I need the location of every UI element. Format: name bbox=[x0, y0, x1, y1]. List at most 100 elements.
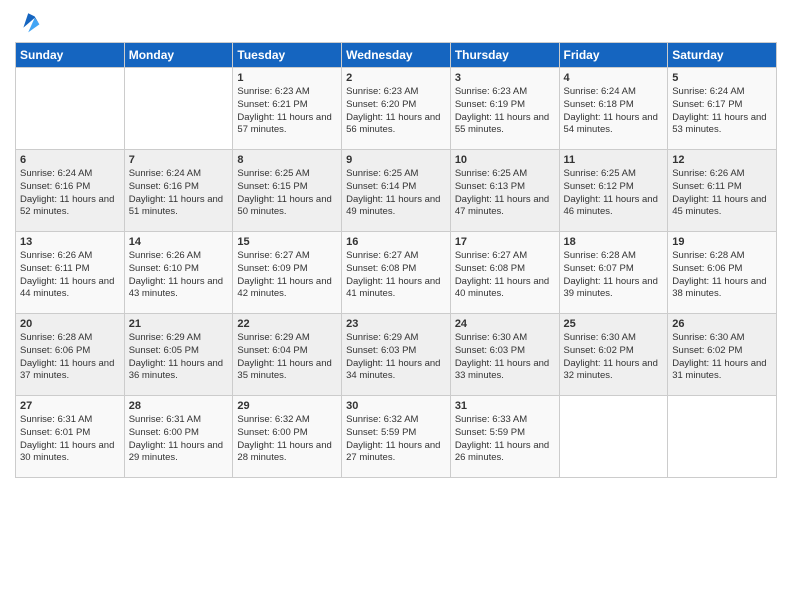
cell-1-6: 4Sunrise: 6:24 AM Sunset: 6:18 PM Daylig… bbox=[559, 68, 668, 150]
cell-3-1: 13 Sunrise: 6:26 AM Sunset: 6:11 PM Dayli… bbox=[16, 232, 125, 314]
day-number: 21 bbox=[129, 318, 229, 330]
day-number: 14 bbox=[129, 236, 229, 248]
cell-1-5: 3 Sunrise: 6:23 AM Sunset: 6:19 PM Daylig… bbox=[450, 68, 559, 150]
cell-1-7: 5Sunrise: 6:24 AM Sunset: 6:17 PM Daylig… bbox=[668, 68, 777, 150]
cell-info: Sunrise: 6:30 AM Sunset: 6:02 PM Dayligh… bbox=[672, 332, 772, 383]
cell-2-5: 10 Sunrise: 6:25 AM Sunset: 6:13 PM Dayli… bbox=[450, 150, 559, 232]
cell-5-4: 30Sunrise: 6:32 AM Sunset: 5:59 PM Dayli… bbox=[342, 396, 451, 478]
cell-info: Sunrise: 6:31 AM Sunset: 6:01 PM Dayligh… bbox=[20, 414, 120, 465]
col-header-friday: Friday bbox=[559, 43, 668, 68]
week-row-5: 27 Sunrise: 6:31 AM Sunset: 6:01 PM Dayli… bbox=[16, 396, 777, 478]
week-row-1: 1 Sunrise: 6:23 AM Sunset: 6:21 PM Daylig… bbox=[16, 68, 777, 150]
day-number: 1 bbox=[237, 72, 337, 84]
cell-3-3: 15 Sunrise: 6:27 AM Sunset: 6:09 PM Dayli… bbox=[233, 232, 342, 314]
cell-5-2: 28Sunrise: 6:31 AM Sunset: 6:00 PM Dayli… bbox=[124, 396, 233, 478]
cell-info: Sunrise: 6:29 AM Sunset: 6:04 PM Dayligh… bbox=[237, 332, 337, 383]
cell-1-2 bbox=[124, 68, 233, 150]
cell-info: Sunrise: 6:26 AM Sunset: 6:11 PM Dayligh… bbox=[672, 168, 772, 219]
day-number: 31 bbox=[455, 400, 555, 412]
header bbox=[15, 10, 777, 34]
cell-info: Sunrise: 6:28 AM Sunset: 6:06 PM Dayligh… bbox=[20, 332, 120, 383]
cell-info: Sunrise: 6:25 AM Sunset: 6:15 PM Dayligh… bbox=[237, 168, 337, 219]
day-number: 25 bbox=[564, 318, 664, 330]
day-number: 15 bbox=[237, 236, 337, 248]
cell-info: Sunrise: 6:25 AM Sunset: 6:14 PM Dayligh… bbox=[346, 168, 446, 219]
cell-info: Sunrise: 6:30 AM Sunset: 6:02 PM Dayligh… bbox=[564, 332, 664, 383]
cell-4-1: 20 Sunrise: 6:28 AM Sunset: 6:06 PM Dayli… bbox=[16, 314, 125, 396]
cell-info: Sunrise: 6:23 AM Sunset: 6:21 PM Dayligh… bbox=[237, 86, 337, 137]
day-number: 11 bbox=[564, 154, 664, 166]
cell-4-5: 24Sunrise: 6:30 AM Sunset: 6:03 PM Dayli… bbox=[450, 314, 559, 396]
day-number: 6 bbox=[20, 154, 120, 166]
cell-2-3: 8Sunrise: 6:25 AM Sunset: 6:15 PM Daylig… bbox=[233, 150, 342, 232]
cell-4-4: 23 Sunrise: 6:29 AM Sunset: 6:03 PM Dayli… bbox=[342, 314, 451, 396]
col-header-thursday: Thursday bbox=[450, 43, 559, 68]
cell-1-3: 1 Sunrise: 6:23 AM Sunset: 6:21 PM Daylig… bbox=[233, 68, 342, 150]
logo-icon bbox=[17, 10, 41, 34]
cell-info: Sunrise: 6:25 AM Sunset: 6:12 PM Dayligh… bbox=[564, 168, 664, 219]
cell-4-7: 26 Sunrise: 6:30 AM Sunset: 6:02 PM Dayli… bbox=[668, 314, 777, 396]
cell-info: Sunrise: 6:30 AM Sunset: 6:03 PM Dayligh… bbox=[455, 332, 555, 383]
cell-3-5: 17Sunrise: 6:27 AM Sunset: 6:08 PM Dayli… bbox=[450, 232, 559, 314]
page: SundayMondayTuesdayWednesdayThursdayFrid… bbox=[0, 0, 792, 612]
cell-2-6: 11 Sunrise: 6:25 AM Sunset: 6:12 PM Dayli… bbox=[559, 150, 668, 232]
cell-info: Sunrise: 6:29 AM Sunset: 6:03 PM Dayligh… bbox=[346, 332, 446, 383]
day-number: 18 bbox=[564, 236, 664, 248]
cell-4-3: 22 Sunrise: 6:29 AM Sunset: 6:04 PM Dayli… bbox=[233, 314, 342, 396]
day-number: 27 bbox=[20, 400, 120, 412]
week-row-3: 13 Sunrise: 6:26 AM Sunset: 6:11 PM Dayli… bbox=[16, 232, 777, 314]
cell-2-1: 6 Sunrise: 6:24 AM Sunset: 6:16 PM Daylig… bbox=[16, 150, 125, 232]
week-row-4: 20 Sunrise: 6:28 AM Sunset: 6:06 PM Dayli… bbox=[16, 314, 777, 396]
day-number: 10 bbox=[455, 154, 555, 166]
day-number: 29 bbox=[237, 400, 337, 412]
cell-5-6 bbox=[559, 396, 668, 478]
cell-3-7: 19 Sunrise: 6:28 AM Sunset: 6:06 PM Dayli… bbox=[668, 232, 777, 314]
col-header-monday: Monday bbox=[124, 43, 233, 68]
cell-info: Sunrise: 6:27 AM Sunset: 6:08 PM Dayligh… bbox=[346, 250, 446, 301]
day-number: 13 bbox=[20, 236, 120, 248]
logo bbox=[15, 10, 41, 34]
cell-info: Sunrise: 6:23 AM Sunset: 6:19 PM Dayligh… bbox=[455, 86, 555, 137]
col-header-tuesday: Tuesday bbox=[233, 43, 342, 68]
cell-info: Sunrise: 6:27 AM Sunset: 6:09 PM Dayligh… bbox=[237, 250, 337, 301]
day-number: 12 bbox=[672, 154, 772, 166]
cell-3-2: 14Sunrise: 6:26 AM Sunset: 6:10 PM Dayli… bbox=[124, 232, 233, 314]
cell-5-5: 31 Sunrise: 6:33 AM Sunset: 5:59 PM Dayli… bbox=[450, 396, 559, 478]
day-number: 7 bbox=[129, 154, 229, 166]
day-number: 3 bbox=[455, 72, 555, 84]
week-row-2: 6 Sunrise: 6:24 AM Sunset: 6:16 PM Daylig… bbox=[16, 150, 777, 232]
cell-3-6: 18Sunrise: 6:28 AM Sunset: 6:07 PM Dayli… bbox=[559, 232, 668, 314]
cell-2-4: 9 Sunrise: 6:25 AM Sunset: 6:14 PM Daylig… bbox=[342, 150, 451, 232]
cell-info: Sunrise: 6:28 AM Sunset: 6:06 PM Dayligh… bbox=[672, 250, 772, 301]
day-number: 4 bbox=[564, 72, 664, 84]
col-header-wednesday: Wednesday bbox=[342, 43, 451, 68]
cell-5-1: 27 Sunrise: 6:31 AM Sunset: 6:01 PM Dayli… bbox=[16, 396, 125, 478]
day-number: 26 bbox=[672, 318, 772, 330]
day-number: 16 bbox=[346, 236, 446, 248]
day-number: 23 bbox=[346, 318, 446, 330]
cell-5-7 bbox=[668, 396, 777, 478]
cell-info: Sunrise: 6:26 AM Sunset: 6:11 PM Dayligh… bbox=[20, 250, 120, 301]
cell-4-2: 21 Sunrise: 6:29 AM Sunset: 6:05 PM Dayli… bbox=[124, 314, 233, 396]
col-header-sunday: Sunday bbox=[16, 43, 125, 68]
cell-info: Sunrise: 6:24 AM Sunset: 6:16 PM Dayligh… bbox=[20, 168, 120, 219]
cell-info: Sunrise: 6:25 AM Sunset: 6:13 PM Dayligh… bbox=[455, 168, 555, 219]
cell-info: Sunrise: 6:23 AM Sunset: 6:20 PM Dayligh… bbox=[346, 86, 446, 137]
cell-2-2: 7Sunrise: 6:24 AM Sunset: 6:16 PM Daylig… bbox=[124, 150, 233, 232]
day-number: 28 bbox=[129, 400, 229, 412]
cell-info: Sunrise: 6:33 AM Sunset: 5:59 PM Dayligh… bbox=[455, 414, 555, 465]
cell-info: Sunrise: 6:24 AM Sunset: 6:17 PM Dayligh… bbox=[672, 86, 772, 137]
day-number: 22 bbox=[237, 318, 337, 330]
cell-info: Sunrise: 6:27 AM Sunset: 6:08 PM Dayligh… bbox=[455, 250, 555, 301]
day-number: 9 bbox=[346, 154, 446, 166]
day-number: 2 bbox=[346, 72, 446, 84]
day-number: 19 bbox=[672, 236, 772, 248]
day-number: 20 bbox=[20, 318, 120, 330]
cell-info: Sunrise: 6:29 AM Sunset: 6:05 PM Dayligh… bbox=[129, 332, 229, 383]
cell-3-4: 16 Sunrise: 6:27 AM Sunset: 6:08 PM Dayli… bbox=[342, 232, 451, 314]
header-row: SundayMondayTuesdayWednesdayThursdayFrid… bbox=[16, 43, 777, 68]
cell-info: Sunrise: 6:32 AM Sunset: 6:00 PM Dayligh… bbox=[237, 414, 337, 465]
cell-4-6: 25 Sunrise: 6:30 AM Sunset: 6:02 PM Dayli… bbox=[559, 314, 668, 396]
calendar-table: SundayMondayTuesdayWednesdayThursdayFrid… bbox=[15, 42, 777, 478]
cell-2-7: 12 Sunrise: 6:26 AM Sunset: 6:11 PM Dayli… bbox=[668, 150, 777, 232]
